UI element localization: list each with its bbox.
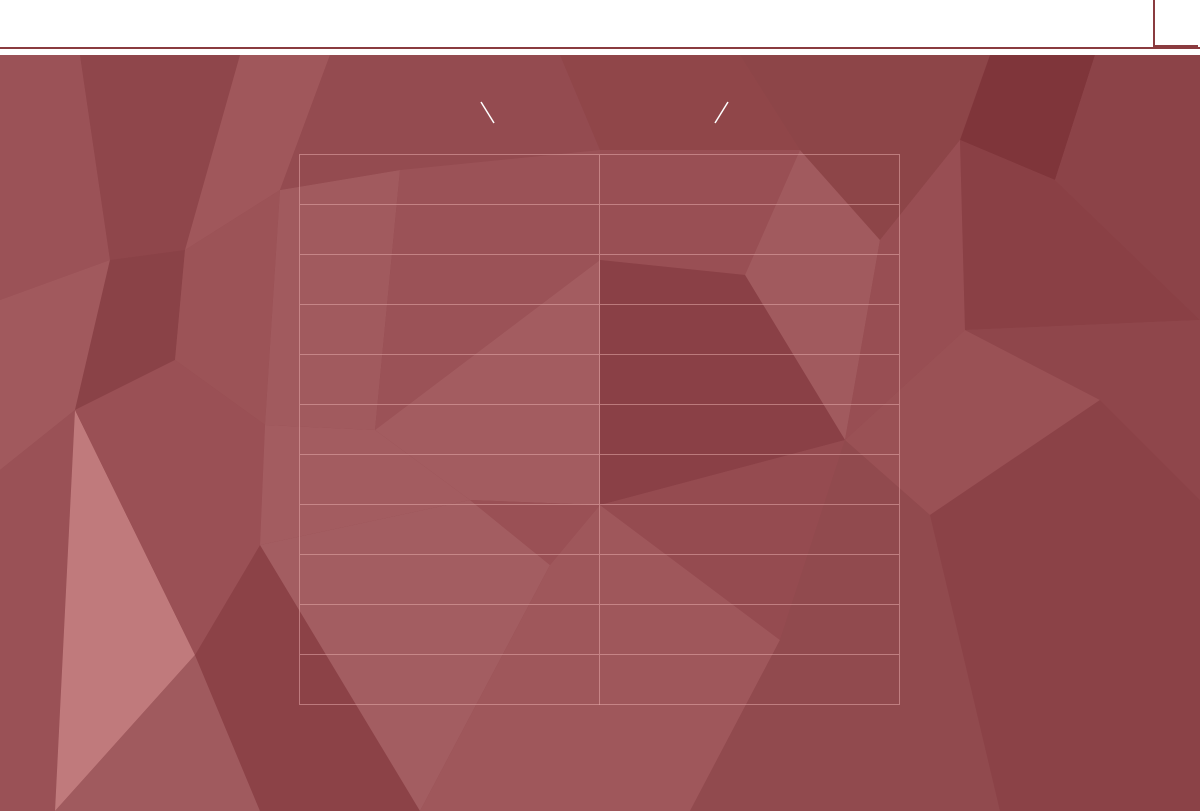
grid-cell-left (300, 305, 600, 355)
app-window (0, 0, 1200, 811)
grid-cell-right (600, 355, 899, 405)
grid-cell-left (300, 155, 600, 205)
grid-cell-left (300, 405, 600, 455)
grid-cell-right (600, 405, 899, 455)
grid-cell-right (600, 205, 899, 255)
grid-cell-right (600, 255, 899, 305)
grid-cell-right (600, 455, 899, 505)
corner-button[interactable] (1153, 0, 1198, 47)
data-grid (299, 154, 900, 705)
grid-cell-right (600, 655, 899, 705)
grid-cell-right (600, 605, 899, 655)
grid-cell-left (300, 455, 600, 505)
grid-cell-right (600, 305, 899, 355)
grid-cell-right (600, 155, 899, 205)
grid-cell-left (300, 505, 600, 555)
grid-cell-left (300, 605, 600, 655)
grid-cell-left (300, 205, 600, 255)
grid-cell-right (600, 505, 899, 555)
grid-cell-left (300, 255, 600, 305)
top-bar (0, 0, 1200, 49)
grid-cell-left (300, 555, 600, 605)
grid-cell-right (600, 555, 899, 605)
grid-cell-left (300, 355, 600, 405)
grid-cell-left (300, 655, 600, 705)
